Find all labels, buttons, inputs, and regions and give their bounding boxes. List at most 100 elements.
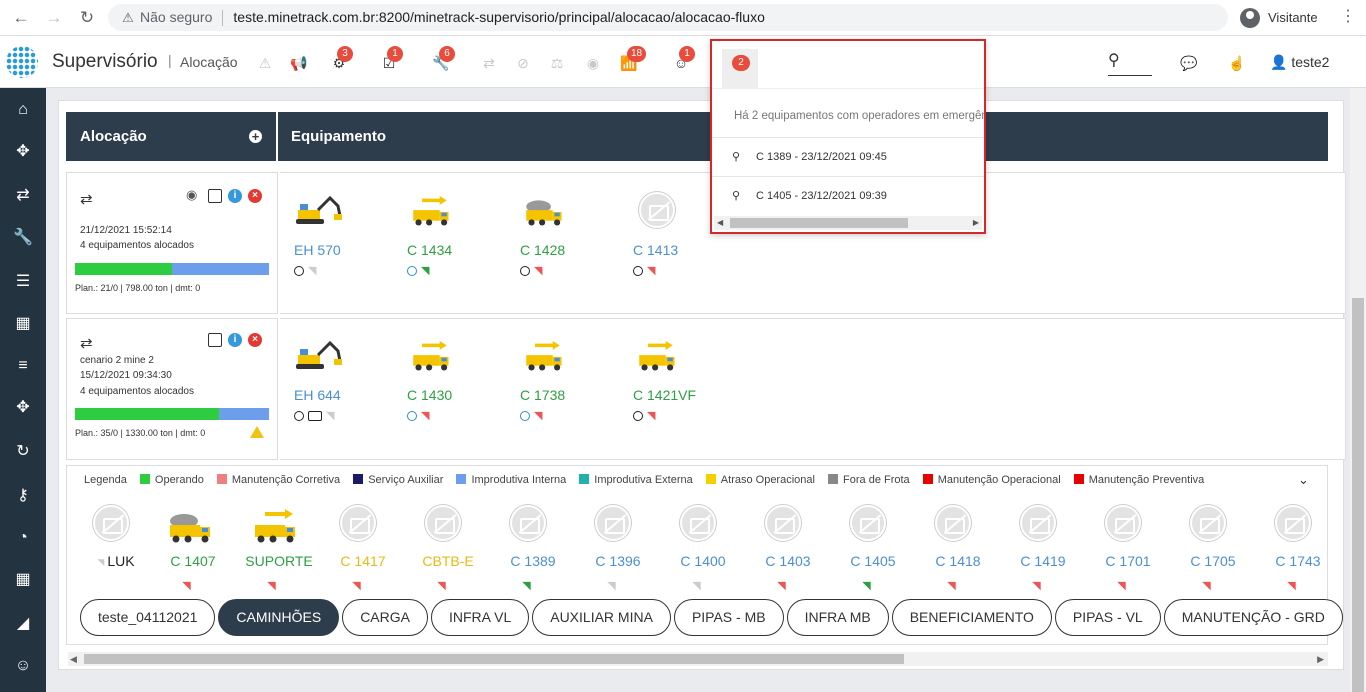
chevron-down-icon[interactable]: ⌄ [1298, 472, 1309, 488]
calendar-icon[interactable]: ▦ [0, 304, 46, 344]
fleet-label: ◥ LUK [97, 553, 135, 569]
chart-icon[interactable]: ◢ [0, 604, 46, 644]
search-button[interactable]: ⚲ [1108, 50, 1152, 76]
group-tab[interactable]: teste_04112021 [80, 599, 216, 636]
legend: Legenda Operando Manutenção Corretiva Se… [84, 474, 1214, 486]
smile-icon[interactable]: ☺ [0, 646, 46, 686]
megaphone-icon[interactable]: 📢 [290, 54, 308, 72]
delete-icon[interactable]: × [248, 189, 262, 203]
exchange-icon[interactable]: ⇄ [0, 176, 46, 216]
fleet-item[interactable]: C 1417 ◥ [323, 505, 393, 595]
dashboard-icon[interactable]: ◔ [0, 518, 46, 558]
fleet-item[interactable]: C 1403 ◥ [748, 505, 818, 595]
menu-icon[interactable]: ≡ [0, 346, 46, 386]
notif-badge: 1 [679, 46, 695, 62]
fleet-item[interactable]: C 1407 ◥ [153, 505, 223, 595]
shuffle-icon[interactable]: ⇄ [480, 54, 498, 72]
truck-icon [639, 341, 675, 371]
group-tab[interactable]: PIPAS - MB [673, 599, 784, 636]
ban-icon[interactable]: ⊘ [514, 54, 532, 72]
delete-icon[interactable]: × [248, 333, 262, 347]
copy-icon[interactable] [208, 333, 222, 347]
no-signal-icon [1105, 505, 1141, 541]
kebab-menu-icon[interactable]: ⋮ [1338, 6, 1358, 28]
signal-icon: ◥ [326, 410, 335, 422]
fleet-item[interactable]: C 1418 ◥ [918, 505, 988, 595]
group-tab[interactable]: CARGA [342, 599, 428, 636]
user-name: teste2 [1291, 54, 1330, 70]
fleet-item[interactable]: SUPORTE ◥ [238, 505, 313, 595]
signal-icon: ◥ [647, 265, 656, 277]
refresh-icon[interactable]: ↻ [0, 432, 46, 472]
no-signal-icon [935, 505, 971, 541]
fleet-item[interactable]: C 1705 ◥ [1173, 505, 1243, 595]
clock-icon [407, 265, 417, 276]
balance-icon[interactable]: ⚖ [548, 54, 566, 72]
reload-icon[interactable]: ↻ [76, 7, 98, 29]
exchange-icon: ⇄ [80, 335, 93, 352]
fleet-scrollbar[interactable]: ◀ ▶ [68, 652, 1328, 666]
allocation-date: 15/12/2021 09:34:30 [80, 370, 172, 381]
crosshair-icon[interactable]: ✥ [0, 132, 46, 172]
warning-icon[interactable] [250, 426, 264, 438]
fleet-item[interactable]: CBTB-E ◥ [408, 505, 478, 595]
fleet-item[interactable]: C 1743 ◥ [1258, 505, 1328, 595]
add-alocacao-button[interactable]: + [249, 130, 262, 143]
fleet-item[interactable]: C 1405 ◥ [833, 505, 903, 595]
emergency-item[interactable]: ⚲ C 1405 - 23/12/2021 09:39 [712, 176, 984, 214]
gear-alert-icon[interactable]: ⚙ 3 [330, 46, 353, 72]
home-icon[interactable]: ⌂ [0, 90, 46, 130]
copy-icon[interactable] [208, 189, 222, 203]
signal-icon: ◥ [1287, 580, 1296, 593]
chat-icon[interactable]: 💬 [1180, 54, 1198, 72]
alert-icon[interactable]: ⚠ [256, 54, 274, 72]
android-icon[interactable]: ◉ [584, 54, 602, 72]
emergency-item[interactable]: ⚲ C 1389 - 23/12/2021 09:45 [712, 137, 984, 175]
key-icon[interactable]: ⚷ [0, 476, 46, 516]
page-scrollbar[interactable] [1350, 88, 1366, 692]
fleet-item[interactable]: C 1389 ◥ [493, 505, 563, 595]
signal-icon: ◥ [437, 580, 446, 593]
fleet-item[interactable]: ◥ LUK [76, 505, 146, 595]
info-icon[interactable]: i [228, 333, 242, 347]
rss-icon[interactable]: 📶 18 [620, 46, 647, 72]
face-icon[interactable]: ☺ 1 [672, 46, 695, 72]
popup-scrollbar[interactable]: ◀ ▶ [714, 216, 982, 230]
android-icon[interactable]: ◉ [186, 188, 200, 202]
fleet-item[interactable]: C 1396 ◥ [578, 505, 648, 595]
fleet-label: C 1701 [1105, 553, 1151, 569]
group-tab[interactable]: BENEFICIAMENTO [891, 599, 1052, 636]
avatar-icon [1240, 8, 1260, 28]
fleet-item[interactable]: C 1701 ◥ [1088, 505, 1158, 595]
wrench-icon[interactable]: 🔧 6 [432, 46, 455, 72]
fleet-item[interactable]: C 1400 ◥ [663, 505, 733, 595]
group-tab[interactable]: PIPAS - VL [1054, 599, 1161, 636]
group-tab[interactable]: MANUTENÇÃO - GRD [1163, 599, 1343, 636]
address-bar[interactable]: ⚠ Não seguro teste.minetrack.com.br:8200/m… [108, 4, 1228, 31]
group-tab[interactable]: AUXILIAR MINA [532, 599, 671, 636]
wrench-icon[interactable]: 🔧 [0, 218, 46, 258]
profile-button[interactable]: Visitante [1232, 4, 1326, 31]
list-icon[interactable]: ☰ [0, 262, 46, 302]
user-menu[interactable]: 👤 teste2 [1270, 54, 1329, 71]
exchange-icon: ⇄ [80, 191, 93, 208]
info-icon[interactable]: i [228, 189, 242, 203]
target-icon[interactable]: ✥ [0, 388, 46, 428]
truck-icon [255, 509, 295, 543]
pointer-icon[interactable]: ☝ [1228, 54, 1246, 72]
table-icon[interactable]: ▦ [0, 560, 46, 600]
browser-toolbar: ← → ↻ ⚠ Não seguro teste.minetrack.com.br:… [0, 0, 1366, 36]
signal-icon: ◥ [182, 580, 191, 593]
group-tab[interactable]: INFRA MB [786, 599, 889, 636]
group-tab-active[interactable]: CAMINHÕES [218, 599, 340, 636]
app-header: Supervisório Alocação ⚠ 📢 ⚙3 ☑1 🔧6 ⇄ ⊘ ⚖… [0, 36, 1366, 88]
fleet-label: SUPORTE [245, 553, 313, 569]
group-tab[interactable]: INFRA VL [430, 599, 530, 636]
back-icon[interactable]: ← [10, 7, 32, 29]
forward-icon[interactable]: → [43, 7, 65, 29]
checklist-icon[interactable]: ☑ 1 [380, 46, 403, 72]
fleet-item[interactable]: C 1419 ◥ [1003, 505, 1073, 595]
legend-item: Operando [139, 474, 204, 486]
excavator-icon [296, 340, 342, 369]
legend-item: Improdutiva Interna [456, 474, 566, 486]
